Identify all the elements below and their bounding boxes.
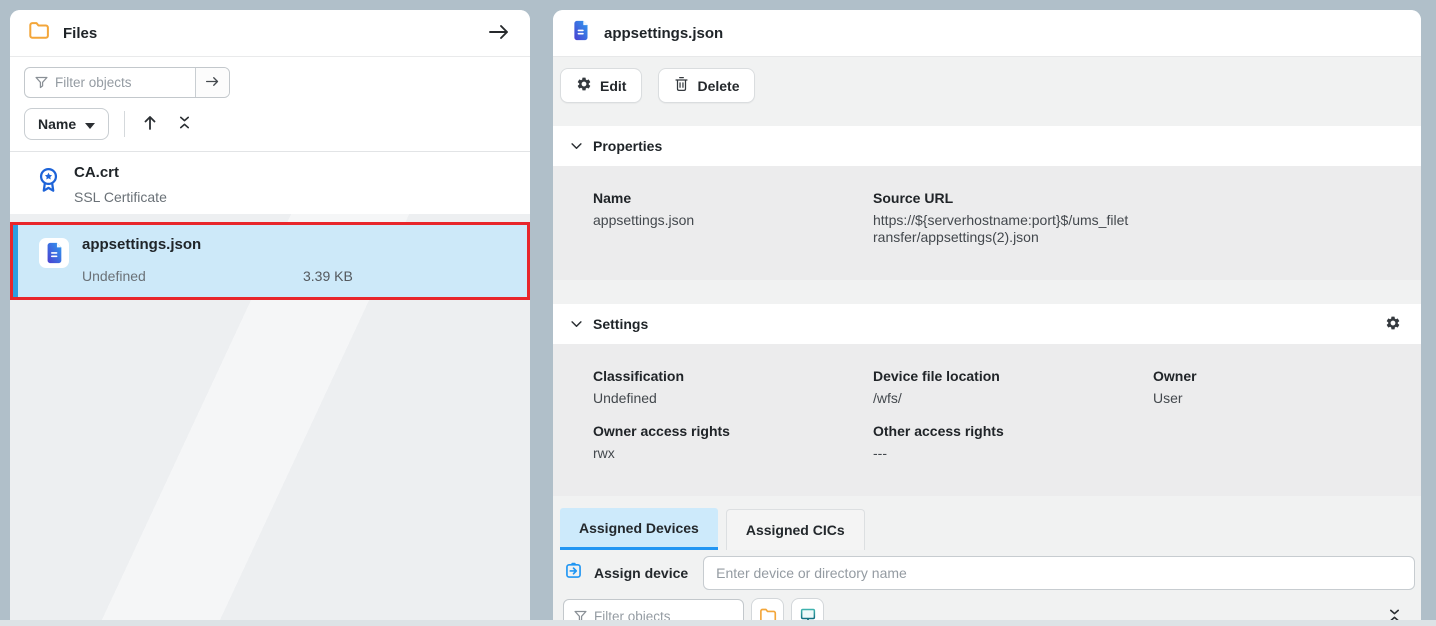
sort-by-dropdown[interactable]: Name [24, 108, 109, 140]
folder-icon [28, 21, 50, 45]
field-owner: Owner User [1153, 368, 1409, 407]
settings-section-header[interactable]: Settings [553, 304, 1421, 344]
properties-body: Name appsettings.json Source URL https:/… [553, 166, 1421, 280]
files-filter-input[interactable] [55, 68, 195, 97]
trash-icon [674, 76, 689, 95]
json-file-icon [570, 19, 591, 47]
field-source-url: Source URL https://${serverhostname:port… [873, 190, 1129, 246]
file-subtitle: Undefined [82, 268, 146, 284]
field-device-file-location: Device file location /wfs/ [873, 368, 1129, 407]
field-value: rwx [593, 445, 849, 462]
field-label: Owner [1153, 368, 1409, 384]
assign-device-icon [563, 560, 584, 586]
assign-device-row: Assign device [553, 556, 1421, 590]
devices-filter-row [553, 598, 1421, 620]
sort-direction-button[interactable] [140, 112, 160, 136]
assignment-tabs: Assigned Devices Assigned CICs [553, 508, 1421, 550]
gear-icon [1385, 315, 1401, 334]
detail-toolbar: Edit Delete [553, 57, 1421, 114]
show-directories-button[interactable] [751, 598, 784, 620]
arrow-right-icon [205, 75, 220, 91]
file-name: appsettings.json [82, 236, 201, 253]
field-label: Name [593, 190, 849, 206]
frame-bottom-strip [0, 620, 1436, 626]
settings-body: Classification Undefined Device file loc… [553, 344, 1421, 496]
field-label: Owner access rights [593, 423, 849, 439]
monitor-icon [799, 607, 817, 621]
file-subtitle: SSL Certificate [74, 189, 167, 205]
edit-button-label: Edit [600, 78, 626, 94]
chevron-down-icon [571, 143, 582, 150]
files-panel: Files Name [10, 10, 530, 620]
devices-filter-group [563, 599, 744, 621]
field-label: Classification [593, 368, 849, 384]
tab-assigned-cics[interactable]: Assigned CICs [726, 509, 865, 550]
filter-funnel-icon [25, 68, 55, 97]
sort-ascending-icon [142, 114, 158, 134]
files-panel-title: Files [63, 25, 97, 42]
chevron-down-icon [571, 321, 582, 328]
field-other-access-rights: Other access rights --- [873, 423, 1129, 462]
show-devices-button[interactable] [791, 598, 824, 620]
field-label: Device file location [873, 368, 1129, 384]
field-value: Undefined [593, 390, 849, 407]
detail-panel: appsettings.json Edit Delete Properties … [553, 10, 1421, 620]
expand-panel-button[interactable] [486, 21, 512, 46]
field-classification: Classification Undefined [593, 368, 849, 407]
sort-by-label: Name [38, 116, 76, 132]
file-list: CA.crt SSL Certificate appsettings. [10, 152, 530, 620]
field-owner-access-rights: Owner access rights rwx [593, 423, 849, 462]
gear-icon [576, 76, 592, 95]
files-filter-group [24, 67, 230, 98]
settings-section: Settings Classification Undefined Device… [553, 304, 1421, 496]
field-label: Other access rights [873, 423, 1129, 439]
folder-icon [759, 608, 777, 621]
collapse-all-icon [1388, 608, 1401, 621]
certificate-icon [35, 166, 62, 201]
field-value: https://${serverhostname:port}$/ums_file… [873, 212, 1129, 246]
page-title: appsettings.json [604, 25, 723, 42]
filter-funnel-icon [564, 600, 594, 621]
files-toolbar: Name [10, 57, 530, 152]
files-filter-submit-button[interactable] [195, 68, 229, 97]
devices-filter-input[interactable] [594, 600, 743, 621]
arrow-right-icon [488, 23, 510, 44]
field-value: --- [873, 445, 1129, 462]
properties-section-header[interactable]: Properties [553, 126, 1421, 166]
field-value: User [1153, 390, 1409, 407]
detail-titlebar: appsettings.json [553, 10, 1421, 57]
file-size: 3.39 KB [303, 268, 353, 284]
collapse-all-button[interactable] [176, 113, 193, 135]
divider [124, 111, 125, 137]
delete-button-label: Delete [697, 78, 739, 94]
caret-down-icon [85, 116, 95, 132]
file-name: CA.crt [74, 164, 119, 181]
list-item-ca-crt[interactable]: CA.crt SSL Certificate [10, 152, 530, 214]
field-label: Source URL [873, 190, 1129, 206]
delete-button[interactable]: Delete [658, 68, 755, 103]
properties-section: Properties Name appsettings.json Source … [553, 126, 1421, 280]
assign-device-input[interactable] [703, 556, 1415, 590]
settings-heading: Settings [593, 316, 648, 332]
json-file-icon [39, 238, 69, 268]
field-value: /wfs/ [873, 390, 1129, 407]
assign-device-label: Assign device [594, 565, 688, 581]
field-value: appsettings.json [593, 212, 849, 229]
collapse-all-icon [178, 115, 191, 133]
list-item-appsettings-json[interactable]: appsettings.json Undefined 3.39 KB [13, 225, 527, 297]
field-name: Name appsettings.json [593, 190, 849, 246]
properties-heading: Properties [593, 138, 662, 154]
edit-button[interactable]: Edit [560, 68, 642, 103]
collapse-list-button[interactable] [1386, 606, 1403, 621]
files-panel-header: Files [10, 10, 530, 57]
tab-assigned-devices[interactable]: Assigned Devices [560, 508, 718, 550]
sort-row: Name [24, 108, 516, 140]
selection-highlight-box: appsettings.json Undefined 3.39 KB [10, 222, 530, 300]
settings-gear-button[interactable] [1383, 313, 1403, 336]
